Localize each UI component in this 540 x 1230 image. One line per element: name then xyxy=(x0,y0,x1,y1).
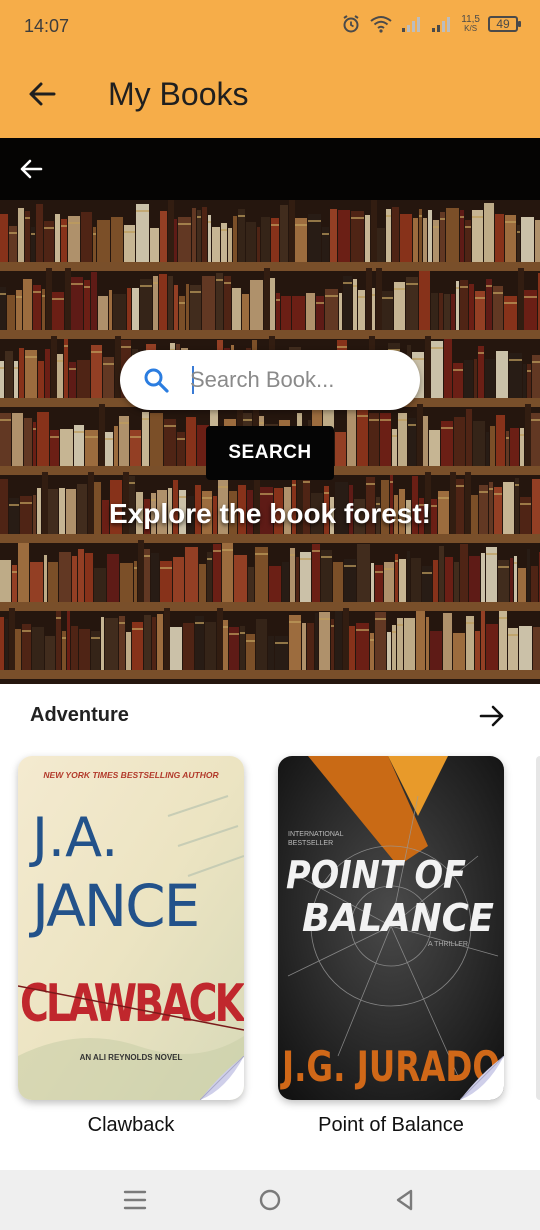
signal-icon xyxy=(432,17,451,32)
cover-top-line: NEW YORK TIMES BESTSELLING AUTHOR xyxy=(43,770,219,780)
cover-top-line2: BESTSELLER xyxy=(288,840,333,847)
next-book-card-peek[interactable] xyxy=(536,756,540,1100)
home-icon[interactable] xyxy=(255,1185,285,1215)
book-card-clawback[interactable]: NEW YORK TIMES BESTSELLING AUTHOR J.A. J… xyxy=(18,756,244,1137)
book-list: NEW YORK TIMES BESTSELLING AUTHOR J.A. J… xyxy=(0,748,540,1168)
cover-subtitle: A THRILLER xyxy=(428,941,468,948)
book-title[interactable]: Clawback xyxy=(18,1114,244,1137)
book-cover[interactable]: INTERNATIONAL BESTSELLER POINT OF BALANC… xyxy=(278,756,504,1100)
speed-unit: K/S xyxy=(464,24,478,33)
book-cover[interactable]: NEW YORK TIMES BESTSELLING AUTHOR J.A. J… xyxy=(18,756,244,1100)
cover-point-of-balance: INTERNATIONAL BESTSELLER POINT OF BALANC… xyxy=(278,756,504,1100)
page-curl-icon xyxy=(460,1056,504,1100)
page-title: My Books xyxy=(108,76,249,112)
arrow-left-icon[interactable] xyxy=(18,156,44,182)
status-icons: 11,5 K/S 49 xyxy=(341,14,521,34)
search-bar[interactable] xyxy=(120,350,420,410)
hero-tagline: Explore the book forest! xyxy=(108,498,432,529)
speed-value: 11,5 xyxy=(461,14,480,25)
status-time: 14:07 xyxy=(24,16,70,36)
menu-icon[interactable] xyxy=(120,1185,150,1215)
signal-weak-icon xyxy=(402,17,421,32)
search-input[interactable] xyxy=(190,360,400,400)
battery-level: 49 xyxy=(496,17,510,31)
system-nav-bar xyxy=(0,1170,540,1230)
cover-top-line1: INTERNATIONAL xyxy=(288,831,344,838)
cover-author-line1: J.A. xyxy=(29,806,118,869)
wifi-icon xyxy=(370,16,392,33)
cover-title-line1: POINT OF xyxy=(286,853,466,897)
status-bar: 14:07 11,5 K/S 49 xyxy=(0,0,540,56)
search-icon[interactable] xyxy=(142,366,170,394)
back-triangle-icon[interactable] xyxy=(390,1185,420,1215)
cover-big-title: CLAWBACK xyxy=(20,974,244,1034)
cover-bottom-line: AN ALI REYNOLDS NOVEL xyxy=(80,1053,183,1062)
hero-banner: SEARCH Explore the book forest! xyxy=(0,138,540,684)
hero-top-bar xyxy=(0,138,540,200)
arrow-left-icon[interactable] xyxy=(26,78,58,110)
cover-clawback: NEW YORK TIMES BESTSELLING AUTHOR J.A. J… xyxy=(18,756,244,1100)
cover-title-line2: BALANCE xyxy=(302,896,494,940)
cover-author-line2: JANCE xyxy=(29,872,198,940)
network-speed: 11,5 K/S xyxy=(461,14,480,34)
search-button[interactable]: SEARCH xyxy=(206,426,334,480)
battery-icon: 49 xyxy=(488,16,521,32)
book-card-point-of-balance[interactable]: INTERNATIONAL BESTSELLER POINT OF BALANC… xyxy=(278,756,504,1137)
arrow-right-icon[interactable] xyxy=(478,702,506,730)
page-curl-icon xyxy=(200,1056,244,1100)
category-header: Adventure xyxy=(0,684,540,748)
app-bar: My Books xyxy=(0,56,540,138)
category-title: Adventure xyxy=(30,704,129,726)
book-title[interactable]: Point of Balance xyxy=(278,1114,504,1137)
screen: 14:07 11,5 K/S 49 My Books Search Book..… xyxy=(0,0,540,1230)
alarm-icon xyxy=(343,15,359,33)
